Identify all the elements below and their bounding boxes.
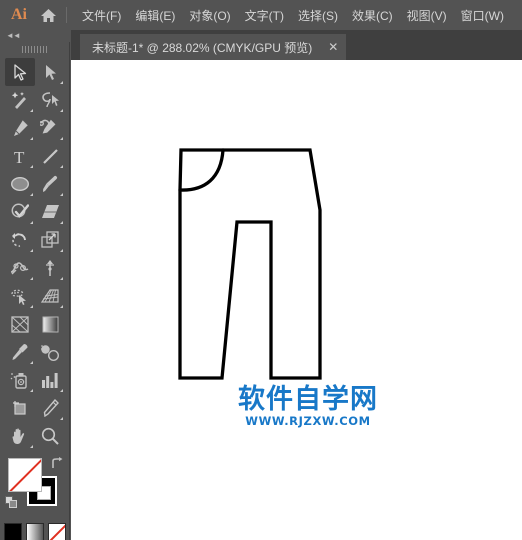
gradient-tool[interactable] (35, 310, 65, 338)
tool-flyout-indicator (30, 193, 33, 196)
mesh-tool[interactable] (5, 310, 35, 338)
lasso-tool[interactable] (35, 86, 65, 114)
menu-edit[interactable]: 编辑(E) (128, 3, 182, 28)
menu-file[interactable]: 文件(F) (75, 3, 128, 28)
menu-effect[interactable]: 效果(C) (345, 3, 400, 28)
shaper-tool[interactable] (5, 198, 35, 226)
tool-flyout-indicator (60, 109, 63, 112)
menu-item-list: 文件(F) 编辑(E) 对象(O) 文字(T) 选择(S) 效果(C) 视图(V… (75, 3, 511, 28)
column-graph-tool[interactable] (35, 366, 65, 394)
fill-swatch[interactable] (8, 458, 42, 492)
line-segment-tool[interactable] (35, 142, 65, 170)
rotate-tool[interactable] (5, 226, 35, 254)
magic-wand-tool[interactable] (5, 86, 35, 114)
width-tool[interactable] (5, 254, 35, 282)
tool-flyout-indicator (60, 137, 63, 140)
artboard-tool[interactable] (5, 394, 35, 422)
menu-window[interactable]: 窗口(W) (454, 3, 511, 28)
tool-flyout-indicator (30, 305, 33, 308)
illustrator-window: Ai 文件(F) 编辑(E) 对象(O) 文字(T) 选择(S) 效果(C) 视… (0, 0, 522, 540)
free-transform-tool[interactable] (35, 254, 65, 282)
pants-illustration[interactable] (71, 60, 522, 540)
tool-flyout-indicator (30, 221, 33, 224)
eraser-tool[interactable] (35, 198, 65, 226)
tools-panel: ◄◄ T (0, 30, 70, 540)
blend-tool[interactable] (35, 338, 65, 366)
tool-flyout-indicator (60, 417, 63, 420)
ellipse-tool[interactable] (5, 170, 35, 198)
tools-panel-header[interactable]: ◄◄ (0, 30, 70, 42)
default-fill-stroke-icon[interactable] (5, 496, 18, 509)
none-mode-button[interactable] (48, 523, 66, 540)
slice-tool[interactable] (35, 394, 65, 422)
menu-separator (66, 7, 67, 23)
menu-object[interactable]: 对象(O) (182, 3, 237, 28)
symbol-sprayer-tool[interactable] (5, 366, 35, 394)
watermark: 软件自学网 WWW.RJZXW.COM (227, 385, 389, 428)
document-tab-title: 未标题-1* @ 288.02% (CMYK/GPU 预览) (92, 40, 313, 55)
app-logo: Ai (11, 6, 27, 23)
tool-flyout-indicator (60, 193, 63, 196)
curvature-tool[interactable] (35, 114, 65, 142)
tool-flyout-indicator (30, 389, 33, 392)
tool-flyout-indicator (60, 305, 63, 308)
paintbrush-tool[interactable] (35, 170, 65, 198)
selection-tool[interactable] (5, 58, 35, 86)
home-icon[interactable] (34, 0, 62, 30)
tool-flyout-indicator (60, 221, 63, 224)
artboard-canvas[interactable]: 软件自学网 WWW.RJZXW.COM (71, 60, 522, 540)
perspective-grid-tool[interactable] (35, 282, 65, 310)
eyedropper-tool[interactable] (5, 338, 35, 366)
menu-bar: Ai 文件(F) 编辑(E) 对象(O) 文字(T) 选择(S) 效果(C) 视… (0, 0, 522, 30)
tool-flyout-indicator (60, 81, 63, 84)
tool-flyout-indicator (60, 249, 63, 252)
fill-stroke-controls (0, 454, 70, 516)
tool-flyout-indicator (60, 389, 63, 392)
tools-panel-drag-handle[interactable] (0, 42, 70, 56)
collapse-panel-icon[interactable]: ◄◄ (6, 32, 21, 40)
color-mode-button[interactable] (4, 523, 22, 540)
shape-builder-tool[interactable] (5, 282, 35, 310)
menu-type[interactable]: 文字(T) (238, 3, 291, 28)
pen-tool[interactable] (5, 114, 35, 142)
tool-flyout-indicator (60, 277, 63, 280)
scale-tool[interactable] (35, 226, 65, 254)
tool-flyout-indicator (30, 445, 33, 448)
watermark-chinese: 软件自学网 (238, 384, 378, 415)
menu-select[interactable]: 选择(S) (291, 3, 345, 28)
tool-flyout-indicator (30, 361, 33, 364)
tool-flyout-indicator (60, 165, 63, 168)
type-tool[interactable]: T (5, 142, 35, 170)
watermark-url: WWW.RJZXW.COM (245, 414, 371, 428)
document-tab-bar: 未标题-1* @ 288.02% (CMYK/GPU 预览) ✕ (71, 30, 522, 60)
swap-fill-stroke-icon[interactable] (50, 456, 64, 471)
svg-text:T: T (14, 148, 25, 165)
zoom-tool[interactable] (35, 422, 65, 450)
fill-mode-bar (0, 518, 70, 540)
close-icon[interactable]: ✕ (328, 40, 338, 54)
tool-flyout-indicator (30, 109, 33, 112)
none-slash-icon (9, 459, 41, 491)
tool-flyout-indicator (30, 137, 33, 140)
direct-selection-tool[interactable] (35, 58, 65, 86)
tool-flyout-indicator (30, 249, 33, 252)
grip-dots-icon (22, 45, 48, 53)
hand-tool[interactable] (5, 422, 35, 450)
gradient-mode-button[interactable] (26, 523, 44, 540)
tool-flyout-indicator (30, 277, 33, 280)
tool-grid: T (0, 56, 70, 450)
document-tab[interactable]: 未标题-1* @ 288.02% (CMYK/GPU 预览) ✕ (80, 34, 347, 60)
tool-flyout-indicator (30, 165, 33, 168)
menu-view[interactable]: 视图(V) (400, 3, 454, 28)
